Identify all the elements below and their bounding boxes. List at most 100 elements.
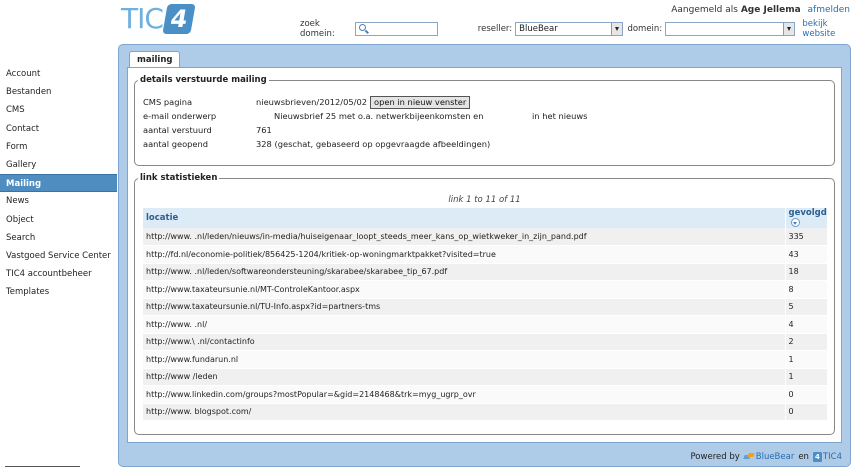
- chevron-down-icon[interactable]: [783, 23, 795, 35]
- row-count: 2: [784, 333, 827, 351]
- sidebar-item-gallery[interactable]: Gallery: [0, 156, 117, 174]
- row-url: http://www /leden: [143, 368, 785, 386]
- sidebar-item-cms[interactable]: CMS: [0, 101, 117, 119]
- row-count: 0: [784, 385, 827, 404]
- search-icon: [359, 24, 367, 31]
- sort-descending-icon[interactable]: [790, 218, 800, 227]
- cms-page-label: CMS pagina: [143, 97, 193, 107]
- row-count: 43: [784, 245, 827, 264]
- table-row: http://www.taxateursunie.nl/TU-Info.aspx…: [143, 298, 827, 316]
- row-url: http://www. blogspot.com/: [143, 403, 785, 421]
- search-domain-input[interactable]: [355, 22, 438, 36]
- row-count: 4: [784, 315, 827, 334]
- login-status: Aangemeld als Age Jellema afmelden: [671, 5, 850, 15]
- sidebar-nav: Account Bestanden CMS Contact Form Galle…: [0, 65, 117, 301]
- table-row: http://www. .nl/leden/softwareondersteun…: [143, 263, 827, 281]
- row-url: http://www.\ .nl/contactinfo: [143, 333, 785, 351]
- sidebar-item-tic4-accountbeheer[interactable]: TIC4 accountbeheer: [0, 265, 117, 283]
- logo-text: TIC: [121, 2, 164, 35]
- bluebear-label: BlueBear: [755, 452, 795, 462]
- table-row: http://fd.nl/economie-politiek/856425-12…: [143, 245, 827, 264]
- row-url: http://www. .nl/: [143, 315, 785, 334]
- footer-and-text: en: [798, 452, 809, 462]
- tic4-link[interactable]: 4 TIC4: [812, 452, 842, 462]
- email-subject-tail: in het nieuws: [532, 111, 588, 121]
- login-user: Age Jellema: [740, 5, 801, 15]
- logout-link[interactable]: afmelden: [808, 5, 850, 15]
- row-url: http://www.taxateursunie.nl/MT-ControleK…: [143, 280, 785, 299]
- open-new-window-button[interactable]: open in nieuw venster: [370, 96, 471, 109]
- cms-page-value: nieuwsbrieven/2012/05/02: [256, 97, 368, 107]
- table-row: http://www.linkedin.com/groups?mostPopul…: [143, 385, 827, 404]
- sidebar-item-vastgoed-service-center[interactable]: Vastgoed Service Center: [0, 247, 117, 265]
- row-count: 0: [784, 403, 827, 421]
- sidebar-divider: [5, 466, 80, 467]
- row-count: 1: [784, 350, 827, 369]
- pager-text: link 1 to 11 of 11: [448, 195, 521, 205]
- email-subject-value: Nieuwsbrief 25 met o.a. netwerkbijeenkom…: [274, 111, 484, 121]
- row-url: http://www. .nl/leden/softwareondersteun…: [143, 263, 785, 281]
- sent-count-label: aantal verstuurd: [143, 125, 212, 135]
- sidebar-item-search[interactable]: Search: [0, 229, 117, 247]
- chevron-down-icon[interactable]: [611, 23, 623, 35]
- detail-row-subject: e-mail onderwerp Nieuwsbrief 25 met o.a.…: [143, 110, 588, 123]
- table-row: http://www. .nl/4: [143, 315, 827, 334]
- domain-toolbar: zoek domein: reseller: BlueBear domein: …: [300, 19, 858, 39]
- main-panel: mailing details verstuurde mailing CMS p…: [118, 44, 851, 467]
- row-url: http://www. .nl/leden/nieuws/in-media/hu…: [143, 228, 785, 246]
- table-row: http://www.\ .nl/contactinfo 2: [143, 333, 827, 351]
- powered-by-text: Powered by: [690, 452, 740, 462]
- powered-by-footer: Powered by BlueBear en 4 TIC4: [690, 452, 842, 462]
- row-url: http://www.fundarun.nl: [143, 350, 785, 369]
- link-stats-table: locatie gevolgd http://www. .nl/leden/ni…: [143, 208, 827, 421]
- column-header-location[interactable]: locatie: [143, 208, 785, 228]
- mailing-details-legend: details verstuurde mailing: [140, 75, 267, 85]
- view-website-link[interactable]: bekijk website: [802, 19, 858, 39]
- detail-row-opened: aantal geopend 328 (geschat, gebaseerd o…: [143, 138, 490, 151]
- tic4-logo: TIC 4: [121, 2, 196, 35]
- logo-box: 4: [162, 4, 196, 34]
- sidebar-item-news[interactable]: News: [0, 192, 117, 210]
- sidebar-item-mailing[interactable]: Mailing: [0, 174, 117, 193]
- tic4-logo-icon: 4: [812, 452, 822, 462]
- table-row: http://www.taxateursunie.nl/MT-ControleK…: [143, 280, 827, 299]
- sidebar-item-templates[interactable]: Templates: [0, 283, 117, 301]
- row-url: http://www.linkedin.com/groups?mostPopul…: [143, 385, 785, 404]
- column-header-followed[interactable]: gevolgd: [784, 208, 827, 228]
- sidebar-item-object[interactable]: Object: [0, 211, 117, 229]
- row-count: 335: [784, 228, 827, 246]
- link-stats-group: link statistieken link 1 to 11 of 11 loc…: [134, 173, 835, 435]
- sidebar-item-contact[interactable]: Contact: [0, 120, 117, 138]
- row-count: 8: [784, 280, 827, 299]
- sidebar-item-account[interactable]: Account: [0, 65, 117, 83]
- search-domain-label: zoek domein:: [300, 19, 335, 39]
- reseller-select[interactable]: BlueBear: [515, 22, 624, 36]
- row-url: http://www.taxateursunie.nl/TU-Info.aspx…: [143, 298, 785, 316]
- row-count: 18: [784, 263, 827, 281]
- domein-label: domein:: [627, 24, 663, 34]
- tic4-label: TIC4: [822, 452, 842, 462]
- bluebear-link[interactable]: BlueBear: [744, 452, 795, 462]
- tab-mailing[interactable]: mailing: [129, 51, 181, 68]
- row-url: http://fd.nl/economie-politiek/856425-12…: [143, 245, 785, 264]
- row-count: 5: [784, 298, 827, 316]
- reseller-value: BlueBear: [519, 24, 558, 34]
- opened-count-label: aantal geopend: [143, 139, 209, 149]
- link-stats-legend: link statistieken: [140, 173, 218, 183]
- opened-count-value: 328 (geschat, gebaseerd op opgevraagde a…: [256, 139, 491, 149]
- domein-select[interactable]: [665, 22, 796, 36]
- mailing-details-group: details verstuurde mailing CMS pagina ni…: [134, 75, 835, 166]
- detail-row-sent: aantal verstuurd 761: [143, 124, 272, 137]
- sent-count-value: 761: [256, 125, 272, 135]
- table-row: http://www /leden 1: [143, 368, 827, 386]
- table-row: http://www. blogspot.com/0: [143, 403, 827, 421]
- sidebar-item-bestanden[interactable]: Bestanden: [0, 83, 117, 101]
- bluebear-logo-icon: [744, 453, 754, 461]
- login-prefix: Aangemeld als: [671, 5, 738, 15]
- email-subject-label: e-mail onderwerp: [143, 111, 217, 121]
- table-row: http://www. .nl/leden/nieuws/in-media/hu…: [143, 228, 827, 246]
- row-count: 1: [784, 368, 827, 386]
- sidebar-item-form[interactable]: Form: [0, 138, 117, 156]
- table-header-row: locatie gevolgd: [143, 208, 827, 228]
- column-header-followed-label: gevolgd: [788, 208, 827, 218]
